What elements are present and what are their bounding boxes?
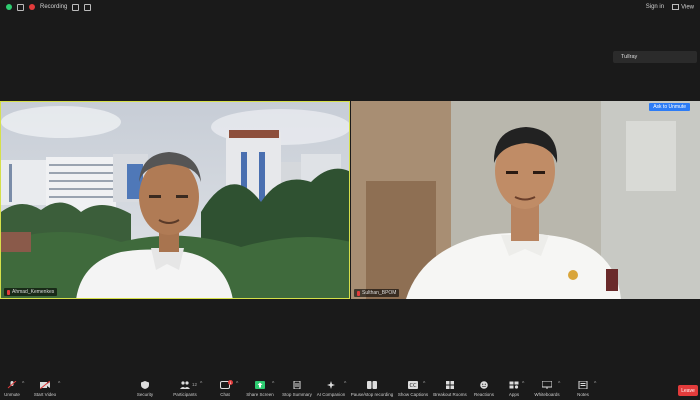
reactions-button[interactable]: Reactions [469, 381, 499, 397]
video-feed-right [351, 101, 700, 299]
recording-label[interactable]: Recording [40, 4, 67, 10]
apps-button[interactable]: Apps [499, 381, 529, 397]
stop-recording-icon[interactable] [84, 3, 92, 11]
video-off-icon [40, 381, 50, 389]
participants-options-caret[interactable]: ^ [200, 381, 202, 387]
video-tile-right[interactable]: Ask to Unmute Sulthan_BPOM [351, 101, 700, 299]
ai-options-caret[interactable]: ^ [344, 381, 346, 387]
info-icon[interactable] [17, 3, 24, 11]
whiteboard-icon [542, 381, 552, 389]
whiteboards-options-caret[interactable]: ^ [558, 381, 560, 387]
leave-button[interactable]: Leave [678, 385, 698, 396]
ask-to-unmute-button[interactable]: Ask to Unmute [649, 103, 690, 111]
pause-stop-icon [367, 381, 377, 389]
top-status-bar: Recording Sign in View [0, 0, 700, 14]
video-feed-left [1, 102, 349, 298]
smiley-icon [480, 381, 488, 389]
chat-options-caret[interactable]: ^ [236, 381, 238, 387]
mic-muted-icon [7, 381, 17, 389]
participants-count: 12 [192, 382, 198, 387]
summary-icon [293, 381, 301, 389]
meeting-toolbar: Unmute ^ Start Video ^ Security Particip… [0, 378, 700, 400]
participant-name-tag-right: Sulthan_BPOM [354, 289, 400, 297]
stop-summary-button[interactable]: Stop Summary [282, 381, 312, 397]
video-tile-left[interactable]: Ahmad_Kemenkes [0, 101, 350, 299]
connection-status-icon[interactable] [6, 4, 12, 10]
ai-companion-button[interactable]: AI Companion [316, 381, 346, 397]
pause-recording-icon[interactable] [72, 3, 80, 11]
notes-options-caret[interactable]: ^ [594, 381, 596, 387]
captions-icon: CC [408, 381, 418, 389]
video-options-caret[interactable]: ^ [58, 381, 60, 387]
shield-icon [141, 381, 149, 389]
share-options-caret[interactable]: ^ [272, 381, 274, 387]
grid-icon [446, 381, 454, 389]
chat-icon: 1 [220, 380, 233, 389]
sign-in-button[interactable]: Sign in [646, 4, 664, 10]
people-icon [180, 381, 190, 389]
muted-mic-icon [7, 289, 10, 295]
svg-text:CC: CC [410, 383, 417, 389]
breakout-rooms-button[interactable]: Breakout Rooms [433, 381, 467, 397]
audio-options-caret[interactable]: ^ [22, 381, 24, 387]
start-video-button[interactable]: Start Video [30, 381, 60, 397]
notes-icon [578, 381, 588, 389]
apps-icon [509, 381, 519, 389]
share-screen-icon [255, 381, 265, 389]
participant-name-pill: Tullray [613, 51, 697, 63]
view-button[interactable]: View [672, 3, 694, 10]
participant-name-tag-left: Ahmad_Kemenkes [4, 288, 58, 296]
share-screen-button[interactable]: Share Screen [245, 381, 275, 397]
apps-options-caret[interactable]: ^ [522, 381, 524, 387]
sparkle-icon [327, 381, 335, 389]
security-button[interactable]: Security [130, 381, 160, 397]
muted-mic-icon [357, 290, 360, 296]
recording-icon [29, 4, 35, 10]
pause-stop-recording-button[interactable]: Pause/stop recording [351, 381, 393, 397]
view-icon [672, 3, 680, 10]
chat-badge: 1 [228, 380, 233, 385]
captions-options-caret[interactable]: ^ [423, 381, 425, 387]
